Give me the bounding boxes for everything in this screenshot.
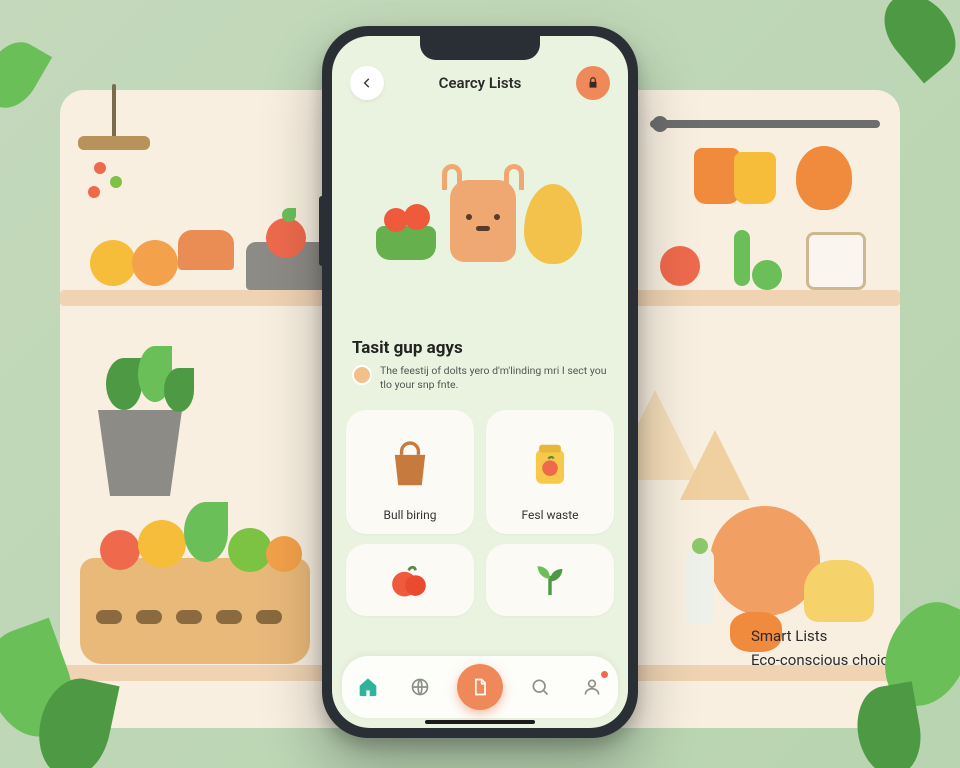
leaf-icon bbox=[282, 208, 296, 222]
sack-icon bbox=[796, 146, 852, 210]
orange-icon bbox=[266, 536, 302, 572]
back-button[interactable] bbox=[350, 66, 384, 100]
sprout-icon bbox=[498, 556, 602, 604]
leaf-icon bbox=[164, 368, 194, 412]
profile-icon bbox=[582, 677, 602, 697]
nav-profile[interactable] bbox=[577, 672, 607, 702]
lettuce-icon bbox=[184, 502, 228, 562]
basket-slot-icon bbox=[136, 610, 162, 624]
category-grid-row2 bbox=[346, 544, 614, 616]
pot-icon bbox=[90, 410, 190, 496]
category-grid: Bull biring Fesl waste bbox=[346, 410, 614, 534]
category-card-produce[interactable] bbox=[346, 544, 474, 616]
rail-cap-icon bbox=[652, 116, 668, 132]
shopping-bag-icon bbox=[358, 422, 462, 508]
mango-icon bbox=[524, 184, 582, 264]
card-label: Bull biring bbox=[384, 508, 437, 522]
jar-icon bbox=[498, 422, 602, 508]
section-header: Tasit gup agys The feestij of dolts yero… bbox=[332, 338, 628, 392]
tomato-icon bbox=[404, 204, 430, 230]
foreground-leaf-icon bbox=[0, 32, 52, 118]
category-card-waste[interactable]: Fesl waste bbox=[486, 410, 614, 534]
basket-icon bbox=[178, 230, 234, 270]
phone-screen: Cearcy Lists Tasit gup agys bbox=[332, 36, 628, 728]
lock-icon bbox=[586, 76, 600, 90]
berry-icon bbox=[110, 176, 122, 188]
bag-icon bbox=[734, 152, 776, 204]
apple-green-icon bbox=[752, 260, 782, 290]
category-card-plant[interactable] bbox=[486, 544, 614, 616]
search-icon bbox=[530, 677, 550, 697]
basket-slot-icon bbox=[216, 610, 242, 624]
section-subtitle: The feestij of dolts yero d'm'linding mr… bbox=[380, 364, 608, 392]
nav-add[interactable] bbox=[457, 664, 503, 710]
tomato-icon bbox=[660, 246, 700, 286]
hero-illustration bbox=[332, 108, 628, 338]
leaf-icon bbox=[106, 358, 142, 410]
apple-icon bbox=[266, 218, 306, 258]
berry-icon bbox=[94, 162, 106, 174]
caption-line-2: Eco-conscious choices bbox=[751, 648, 904, 673]
basket-slot-icon bbox=[96, 610, 122, 624]
marketing-caption: Smart Lists Eco-conscious choices bbox=[751, 624, 904, 674]
home-indicator bbox=[425, 720, 535, 724]
tomato-icon bbox=[100, 530, 140, 570]
fruit-icon bbox=[132, 240, 178, 286]
leek-icon bbox=[734, 230, 750, 286]
chevron-left-icon bbox=[360, 76, 374, 90]
fruit-icon bbox=[90, 240, 136, 286]
basket-slot-icon bbox=[176, 610, 202, 624]
document-icon bbox=[470, 677, 490, 697]
home-icon bbox=[358, 677, 378, 697]
bag-character-icon bbox=[450, 180, 516, 262]
hanger-bar bbox=[78, 136, 150, 150]
bottom-nav bbox=[342, 656, 618, 718]
page-title: Cearcy Lists bbox=[439, 74, 522, 92]
orange-icon bbox=[138, 520, 186, 568]
nav-explore[interactable] bbox=[405, 672, 435, 702]
bowl-icon bbox=[376, 226, 436, 260]
foreground-leaf-icon bbox=[870, 0, 960, 83]
squash-icon bbox=[804, 560, 874, 622]
bottle-cap-icon bbox=[692, 538, 708, 554]
category-card-bulk[interactable]: Bull biring bbox=[346, 410, 474, 534]
apple-icon bbox=[358, 556, 462, 604]
nav-search[interactable] bbox=[525, 672, 555, 702]
notification-badge bbox=[601, 671, 608, 678]
card-label: Fesl waste bbox=[522, 508, 579, 522]
globe-icon bbox=[410, 677, 430, 697]
bottle-icon bbox=[686, 548, 714, 624]
phone-notch bbox=[420, 36, 540, 60]
berry-icon bbox=[88, 186, 100, 198]
avatar-icon bbox=[352, 365, 372, 385]
section-title: Tasit gup agys bbox=[352, 338, 608, 358]
hanger-rod bbox=[112, 84, 116, 144]
phone-frame: Cearcy Lists Tasit gup agys bbox=[322, 26, 638, 738]
basket-slot-icon bbox=[256, 610, 282, 624]
rail-icon bbox=[650, 120, 880, 128]
nav-home[interactable] bbox=[353, 672, 383, 702]
lock-button[interactable] bbox=[576, 66, 610, 100]
jar-icon bbox=[806, 232, 866, 290]
caption-line-1: Smart Lists bbox=[751, 624, 904, 649]
